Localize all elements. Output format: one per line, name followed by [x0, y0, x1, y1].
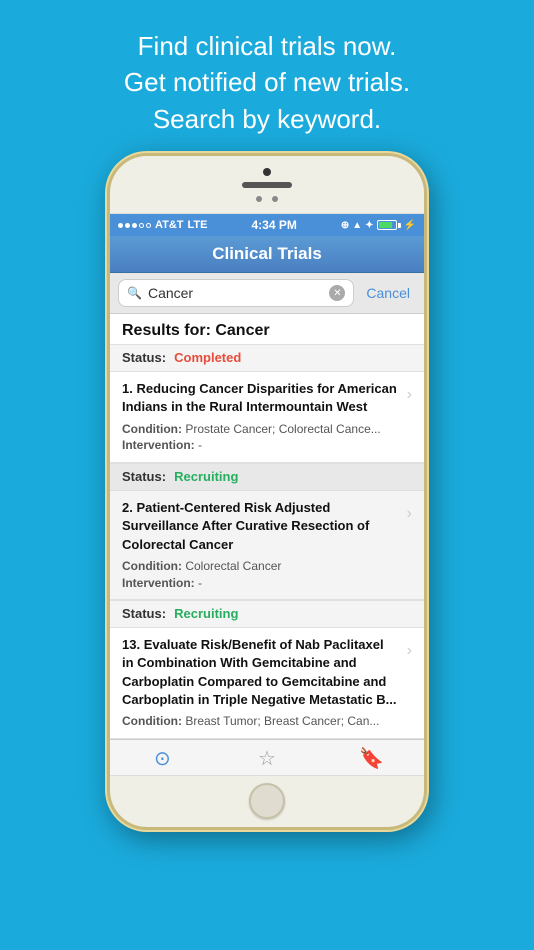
hero-line1: Find clinical trials now. — [20, 28, 514, 64]
tab-info[interactable]: 🔖 — [319, 746, 424, 771]
status-row-2: Status: Recruiting — [110, 463, 424, 491]
trial-intervention-1: Intervention: - — [122, 437, 399, 454]
trial-meta-3: Condition: Breast Tumor; Breast Cancer; … — [122, 713, 399, 730]
status-label-2: Status: — [122, 469, 170, 484]
trial-content-3: 13. Evaluate Risk/Benefit of Nab Paclita… — [110, 628, 424, 738]
results-title: Results for: Cancer — [122, 322, 270, 339]
status-value-1: Completed — [174, 350, 241, 365]
search-icon: 🔍 — [127, 286, 142, 300]
search-bar: 🔍 Cancer ✕ Cancel — [110, 273, 424, 314]
trial-number-2: 2 — [122, 500, 129, 515]
trial-text-2: 2. Patient-Centered Risk Adjusted Survei… — [122, 499, 407, 591]
status-left: AT&T LTE — [118, 219, 207, 231]
phone-frame: AT&T LTE 4:34 PM ⊕ ▲ ✦ ⚡ — [107, 153, 427, 830]
status-right: ⊕ ▲ ✦ ⚡ — [341, 220, 416, 231]
search-tab-icon: ⊙ — [154, 746, 171, 771]
trial-title-3: 13. Evaluate Risk/Benefit of Nab Paclita… — [122, 636, 399, 709]
chevron-icon-3: › — [407, 642, 412, 660]
trial-content-2: 2. Patient-Centered Risk Adjusted Survei… — [110, 491, 424, 599]
location-icon: ⊕ — [341, 220, 349, 231]
app-header: Clinical Trials — [110, 236, 424, 273]
trial-meta-1: Condition: Prostate Cancer; Colorectal C… — [122, 421, 399, 438]
hero-line2: Get notified of new trials. — [20, 64, 514, 100]
trial-title-1: 1. Reducing Cancer Disparities for Ameri… — [122, 380, 399, 416]
network-label: LTE — [188, 219, 208, 231]
bottom-tabs: ⊙ ☆ 🔖 — [110, 739, 424, 775]
app-title: Clinical Trials — [120, 244, 414, 264]
status-value-3: Recruiting — [174, 606, 238, 621]
signal-dot — [125, 223, 130, 228]
gps-icon: ▲ — [352, 220, 362, 231]
battery-tip — [398, 223, 401, 228]
info-tab-icon: 🔖 — [359, 746, 384, 771]
search-input-wrapper[interactable]: 🔍 Cancer ✕ — [118, 279, 354, 307]
camera-icon — [263, 168, 271, 176]
carrier-label: AT&T — [155, 219, 184, 231]
search-clear-button[interactable]: ✕ — [329, 285, 345, 301]
trial-meta-2: Condition: Colorectal Cancer — [122, 558, 399, 575]
tab-search[interactable]: ⊙ — [110, 746, 215, 771]
results-prefix: Results for: — [122, 322, 215, 339]
trial-number-3: 13 — [122, 637, 136, 652]
trial-content-1: 1. Reducing Cancer Disparities for Ameri… — [110, 372, 424, 462]
hero-line3: Search by keyword. — [20, 101, 514, 137]
charging-icon: ⚡ — [404, 220, 416, 231]
phone-top-bezel — [110, 156, 424, 214]
results-header: Results for: Cancer — [110, 314, 424, 344]
status-label: Status: — [122, 350, 170, 365]
status-row-1: Status: Completed — [110, 344, 424, 372]
search-value: Cancer — [148, 285, 323, 301]
trial-number-1: 1 — [122, 381, 129, 396]
home-button[interactable] — [249, 783, 285, 819]
trial-text-1: 1. Reducing Cancer Disparities for Ameri… — [122, 380, 407, 454]
chevron-icon-1: › — [407, 386, 412, 404]
sensor-dot — [256, 196, 262, 202]
battery-icon — [377, 220, 401, 230]
phone-bottom-bezel — [110, 775, 424, 827]
trial-intervention-2: Intervention: - — [122, 575, 399, 592]
speaker-grille — [242, 182, 292, 188]
phone-screen: AT&T LTE 4:34 PM ⊕ ▲ ✦ ⚡ — [110, 214, 424, 775]
trial-item-1[interactable]: Status: Completed 1. Reducing Cancer Dis… — [110, 344, 424, 463]
signal-dot — [118, 223, 123, 228]
favorites-tab-icon: ☆ — [258, 746, 276, 771]
bluetooth-icon: ✦ — [365, 220, 373, 231]
trial-title-2: 2. Patient-Centered Risk Adjusted Survei… — [122, 499, 399, 554]
signal-dots — [118, 223, 151, 228]
signal-dot — [146, 223, 151, 228]
trial-item-3[interactable]: Status: Recruiting 13. Evaluate Risk/Ben… — [110, 600, 424, 739]
cancel-button[interactable]: Cancel — [360, 281, 416, 305]
battery-fill — [379, 222, 393, 228]
time-display: 4:34 PM — [251, 218, 296, 232]
trial-text-3: 13. Evaluate Risk/Benefit of Nab Paclita… — [122, 636, 407, 730]
tab-favorites[interactable]: ☆ — [215, 746, 320, 771]
results-query: Cancer — [215, 322, 269, 339]
results-area: Results for: Cancer Status: Completed 1.… — [110, 314, 424, 739]
signal-dot — [139, 223, 144, 228]
battery-body — [377, 220, 397, 230]
trial-item-2[interactable]: Status: Recruiting 2. Patient-Centered R… — [110, 463, 424, 600]
signal-dot — [132, 223, 137, 228]
status-bar: AT&T LTE 4:34 PM ⊕ ▲ ✦ ⚡ — [110, 214, 424, 236]
status-value-2: Recruiting — [174, 469, 238, 484]
status-row-3: Status: Recruiting — [110, 600, 424, 628]
status-label-3: Status: — [122, 606, 170, 621]
hero-section: Find clinical trials now. Get notified o… — [0, 0, 534, 153]
chevron-icon-2: › — [407, 505, 412, 523]
sensor-dot — [272, 196, 278, 202]
phone-wrapper: AT&T LTE 4:34 PM ⊕ ▲ ✦ ⚡ — [0, 153, 534, 830]
